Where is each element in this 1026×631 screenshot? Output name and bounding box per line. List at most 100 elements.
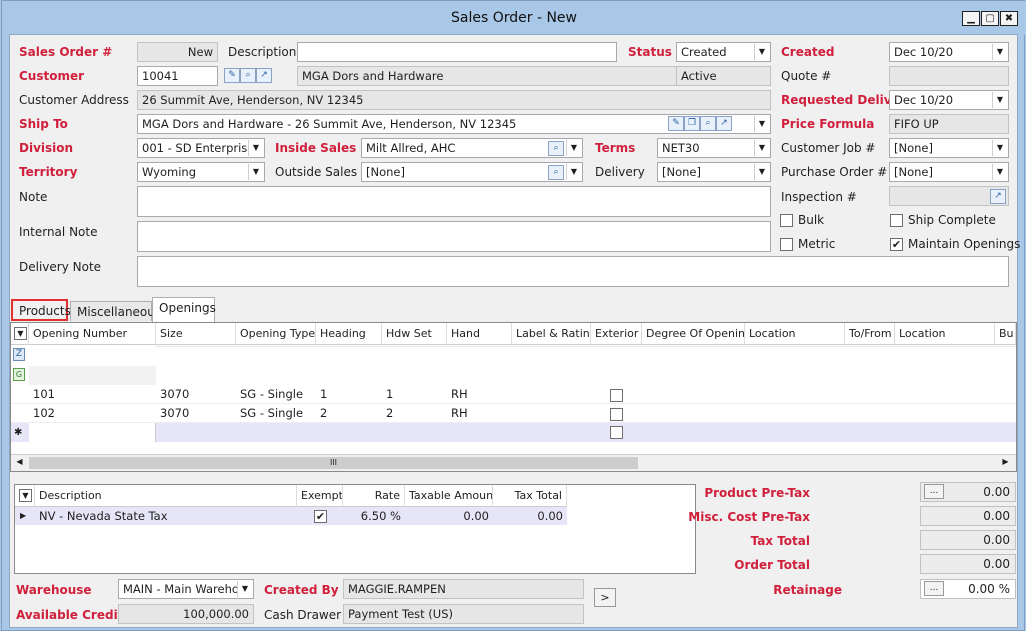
col-label-rating[interactable]: Label & Rating <box>512 323 591 345</box>
search-icon[interactable]: ⌕ <box>548 141 564 156</box>
exterior-checkbox[interactable] <box>610 426 623 439</box>
chevron-down-icon[interactable]: ▼ <box>992 140 1007 156</box>
terms-select[interactable]: NET30 ▼ <box>657 138 771 158</box>
chevron-down-icon[interactable]: ▼ <box>248 140 263 156</box>
chevron-down-icon[interactable]: ▼ <box>566 164 581 180</box>
col-hdw-set[interactable]: Hdw Set <box>382 323 447 345</box>
chevron-down-icon[interactable]: ▼ <box>992 44 1007 60</box>
col-heading[interactable]: Heading <box>316 323 382 345</box>
sales-order-number: New <box>137 42 218 62</box>
search-icon[interactable]: ⌕ <box>548 165 564 180</box>
maintain-openings-checkbox[interactable]: ✔ <box>890 238 903 251</box>
copy-icon[interactable]: ❐ <box>684 116 700 131</box>
horizontal-scrollbar[interactable]: ◀ III ▶ <box>11 454 1016 471</box>
chevron-down-icon[interactable]: ▼ <box>237 581 252 597</box>
chevron-down-icon[interactable]: ▼ <box>754 164 769 180</box>
search-icon[interactable]: ⌕ <box>240 68 256 83</box>
requested-delivery-date[interactable]: Dec 10/20 ▼ <box>889 90 1009 110</box>
bulk-checkbox[interactable] <box>780 214 793 227</box>
tax-select-all[interactable]: ▼ <box>15 485 35 507</box>
table-row[interactable]: 102 3070 SG - Single 2 2 RH <box>11 404 1016 423</box>
warehouse-select[interactable]: MAIN - Main Wareho ▼ <box>118 579 254 599</box>
chevron-down-icon[interactable]: ▼ <box>992 164 1007 180</box>
description-input[interactable] <box>297 42 617 62</box>
col-exempt[interactable]: Exempt <box>297 485 343 507</box>
delivery-note-textarea[interactable] <box>137 256 1009 287</box>
delivery-select[interactable]: [None] ▼ <box>657 162 771 182</box>
division-select[interactable]: 001 - SD Enterprise ▼ <box>137 138 265 158</box>
metric-checkbox[interactable] <box>780 238 793 251</box>
filter-row-divider <box>156 346 1016 347</box>
col-to-from[interactable]: To/From <box>845 323 895 345</box>
ellipsis-button[interactable]: ... <box>924 581 944 596</box>
col-location-2[interactable]: Location <box>895 323 995 345</box>
ship-to-select[interactable]: MGA Dors and Hardware - 26 Summit Ave, H… <box>137 114 771 134</box>
tab-miscellaneous[interactable]: Miscellaneous <box>70 301 161 321</box>
col-exterior[interactable]: Exterior <box>591 323 642 345</box>
chevron-down-icon[interactable]: ▼ <box>992 92 1007 108</box>
col-opening-type[interactable]: Opening Type <box>236 323 316 345</box>
table-row[interactable]: ▶ NV - Nevada State Tax ✔ 6.50 % 0.00 0.… <box>15 507 567 525</box>
chevron-down-icon[interactable]: ▼ <box>754 140 769 156</box>
cash-drawer-label: Cash Drawer <box>264 608 342 622</box>
note-textarea[interactable] <box>137 186 771 217</box>
chevron-down-icon[interactable]: ▼ <box>14 327 27 340</box>
inside-sales-select[interactable]: Milt Allred, AHC ⌕ ▼ <box>361 138 583 158</box>
col-size[interactable]: Size <box>156 323 236 345</box>
customer-input[interactable]: 10041 <box>137 66 218 86</box>
ellipsis-button[interactable]: ... <box>924 484 944 499</box>
chevron-down-icon[interactable]: ▼ <box>754 116 769 132</box>
cell-tax-description: NV - Nevada State Tax <box>39 509 168 523</box>
lookup-icon[interactable]: ↗ <box>716 116 732 131</box>
group-icon[interactable]: G <box>13 368 25 381</box>
tab-products[interactable]: Products <box>11 299 71 321</box>
new-row-input[interactable] <box>29 423 156 442</box>
cash-drawer-button[interactable]: > <box>594 588 616 607</box>
lookup-icon[interactable]: ↗ <box>990 189 1006 204</box>
status-select[interactable]: Created ▼ <box>676 42 771 62</box>
col-tax-total[interactable]: Tax Total <box>493 485 567 507</box>
scroll-thumb[interactable]: III <box>29 457 638 469</box>
filter-icon[interactable]: Z <box>13 348 25 361</box>
new-customer-icon[interactable]: ✎ <box>224 68 240 83</box>
retainage-input[interactable]: ... 0.00 % <box>920 579 1016 599</box>
exterior-checkbox[interactable] <box>610 408 623 421</box>
scroll-left-icon[interactable]: ◀ <box>13 457 26 469</box>
close-button[interactable]: ✖ <box>1000 11 1018 26</box>
outside-sales-select[interactable]: [None] ⌕ ▼ <box>361 162 583 182</box>
internal-note-textarea[interactable] <box>137 221 771 252</box>
ship-complete-checkbox[interactable] <box>890 214 903 227</box>
customer-job-value: [None] <box>894 141 933 155</box>
chevron-down-icon[interactable]: ▼ <box>754 44 769 60</box>
exempt-checkbox[interactable]: ✔ <box>314 510 327 523</box>
customer-job-select[interactable]: [None] ▼ <box>889 138 1009 158</box>
exterior-checkbox[interactable] <box>610 389 623 402</box>
col-rate[interactable]: Rate <box>343 485 405 507</box>
col-taxable-amount[interactable]: Taxable Amount <box>405 485 493 507</box>
new-address-icon[interactable]: ✎ <box>668 116 684 131</box>
col-description[interactable]: Description <box>35 485 297 507</box>
table-row[interactable]: 101 3070 SG - Single 1 1 RH <box>11 385 1016 404</box>
chevron-down-icon[interactable]: ▼ <box>248 164 263 180</box>
new-row[interactable]: ✱ <box>11 423 1016 442</box>
col-hand[interactable]: Hand <box>447 323 512 345</box>
territory-select[interactable]: Wyoming ▼ <box>137 162 265 182</box>
created-date[interactable]: Dec 10/20 ▼ <box>889 42 1009 62</box>
scroll-right-icon[interactable]: ▶ <box>999 457 1012 469</box>
chevron-down-icon[interactable]: ▼ <box>19 489 32 502</box>
col-location[interactable]: Location <box>745 323 845 345</box>
lookup-icon[interactable]: ↗ <box>256 68 272 83</box>
tab-openings[interactable]: Openings <box>152 297 216 323</box>
select-all-dropdown[interactable]: ▼ <box>11 323 29 345</box>
col-bu[interactable]: Bu <box>995 323 1016 345</box>
created-by-label: Created By <box>264 583 339 597</box>
col-opening-number[interactable]: Opening Number <box>29 323 156 345</box>
minimize-button[interactable]: ▁ <box>962 11 980 26</box>
row-pointer-icon: ▶ <box>20 511 27 520</box>
search-icon[interactable]: ⌕ <box>700 116 716 131</box>
maximize-button[interactable]: ▢ <box>981 11 999 26</box>
internal-note-label: Internal Note <box>19 225 98 239</box>
chevron-down-icon[interactable]: ▼ <box>566 140 581 156</box>
purchase-order-select[interactable]: [None] ▼ <box>889 162 1009 182</box>
col-degree-of-opening[interactable]: Degree Of Opening <box>642 323 745 345</box>
